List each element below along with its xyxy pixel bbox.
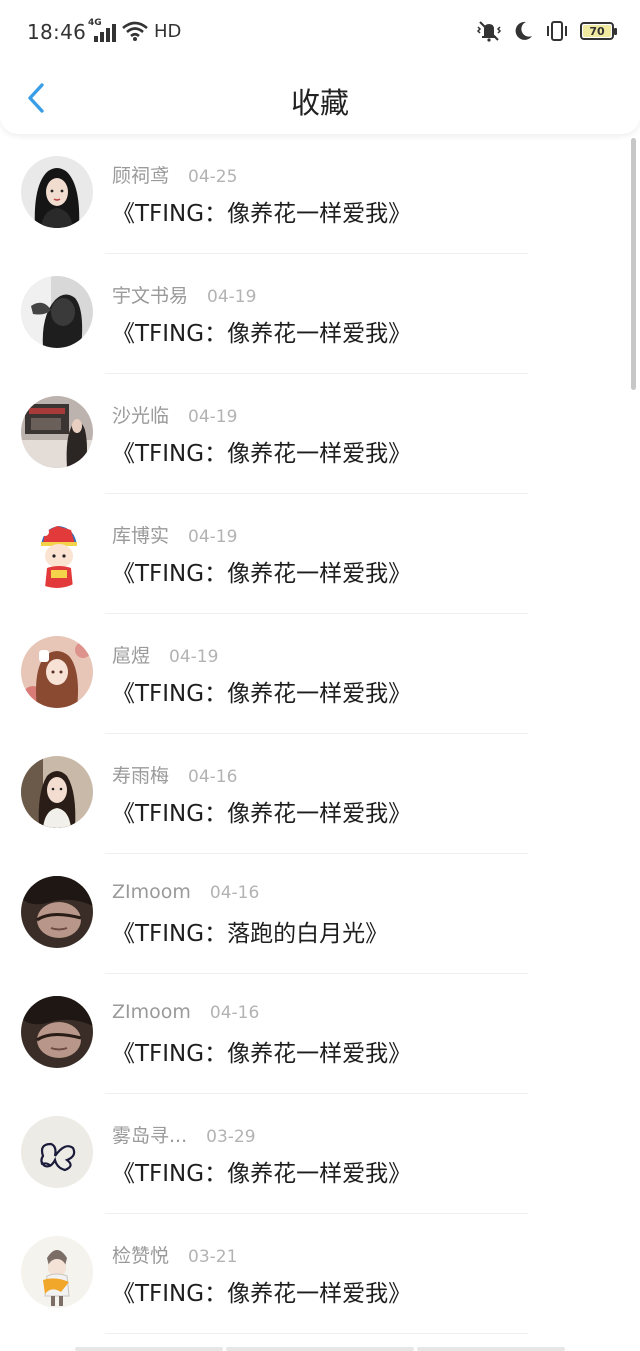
status-time: 18:46	[27, 20, 87, 44]
scrollbar[interactable]	[631, 138, 636, 390]
list-item[interactable]: 沙光临 04-19 《TFING：像养花一样爱我》	[0, 374, 640, 494]
avatar[interactable]	[21, 996, 93, 1068]
item-meta: 检赞悦 03-21	[112, 1241, 237, 1268]
favorites-list: 顾祠鸢 04-25 《TFING：像养花一样爱我》 宇文书易 04-19 《TF…	[0, 134, 640, 1334]
item-title[interactable]: 《TFING：像养花一样爱我》	[112, 1034, 411, 1068]
item-username[interactable]: 宇文书易	[112, 281, 188, 308]
vibrate-icon	[547, 21, 567, 41]
item-title[interactable]: 《TFING：落跑的白月光》	[112, 914, 388, 948]
moon-icon	[515, 21, 532, 40]
item-meta: 宇文书易 04-19	[112, 281, 256, 308]
item-username[interactable]: 检赞悦	[112, 1241, 169, 1268]
list-item[interactable]: ZImoom 04-16 《TFING：像养花一样爱我》	[0, 974, 640, 1094]
item-title[interactable]: 《TFING：像养花一样爱我》	[112, 1274, 411, 1308]
list-item[interactable]: 雾岛寻... 03-29 《TFING：像养花一样爱我》	[0, 1094, 640, 1214]
divider	[105, 1333, 528, 1334]
item-date: 03-29	[206, 1127, 256, 1147]
item-title[interactable]: 《TFING：像养花一样爱我》	[112, 1154, 411, 1188]
signal-icon: 4G	[88, 18, 116, 42]
item-date: 04-16	[188, 767, 238, 787]
item-username[interactable]: ZImoom	[112, 881, 191, 903]
hd-label: HD	[154, 20, 182, 42]
item-meta: 沙光临 04-19	[112, 401, 237, 428]
status-left-icons: 4G HD	[88, 18, 182, 42]
item-date: 04-16	[209, 883, 260, 903]
list-item[interactable]: 检赞悦 03-21 《TFING：像养花一样爱我》	[0, 1214, 640, 1334]
mute-vibrate-icon	[476, 21, 502, 42]
list-item[interactable]: 库博实 04-19 《TFING：像养花一样爱我》	[0, 494, 640, 614]
avatar[interactable]	[21, 516, 93, 588]
item-username[interactable]: 顾祠鸢	[112, 161, 169, 188]
item-date: 04-16	[209, 1003, 260, 1023]
item-date: 04-19	[188, 527, 238, 547]
item-title[interactable]: 《TFING：像养花一样爱我》	[112, 434, 411, 468]
item-date: 04-19	[169, 647, 219, 667]
bottom-strip	[0, 1347, 640, 1351]
list-item[interactable]: 宇文书易 04-19 《TFING：像养花一样爱我》	[0, 254, 640, 374]
item-meta: 寿雨梅 04-16	[112, 761, 237, 788]
status-right-icons: 70	[476, 20, 617, 42]
item-meta: 库博实 04-19	[112, 521, 237, 548]
item-title[interactable]: 《TFING：像养花一样爱我》	[112, 554, 411, 588]
item-meta: 顾祠鸢 04-25	[112, 161, 237, 188]
item-meta: ZImoom 04-16	[112, 1001, 259, 1023]
wifi-icon	[122, 21, 148, 41]
item-username[interactable]: 寿雨梅	[112, 761, 169, 788]
item-date: 04-25	[188, 167, 238, 187]
avatar[interactable]	[21, 1116, 93, 1188]
item-username[interactable]: 库博实	[112, 521, 169, 548]
avatar[interactable]	[21, 876, 93, 948]
item-meta: 扈煜 04-19	[112, 641, 218, 668]
avatar[interactable]	[21, 756, 93, 828]
item-meta: 雾岛寻... 03-29	[112, 1121, 256, 1148]
item-username[interactable]: ZImoom	[112, 1001, 191, 1023]
avatar[interactable]	[21, 396, 93, 468]
avatar[interactable]	[21, 156, 93, 228]
item-title[interactable]: 《TFING：像养花一样爱我》	[112, 314, 411, 348]
list-item[interactable]: 寿雨梅 04-16 《TFING：像养花一样爱我》	[0, 734, 640, 854]
item-title[interactable]: 《TFING：像养花一样爱我》	[112, 194, 411, 228]
battery-level: 70	[589, 24, 605, 38]
avatar[interactable]	[21, 1236, 93, 1308]
page-title: 收藏	[290, 86, 349, 120]
list-item[interactable]: ZImoom 04-16 《TFING：落跑的白月光》	[0, 854, 640, 974]
status-bar: 18:46 4G HD 70	[0, 0, 640, 62]
item-username[interactable]: 扈煜	[112, 641, 150, 668]
item-username[interactable]: 沙光临	[112, 401, 169, 428]
avatar[interactable]	[21, 276, 93, 348]
avatar[interactable]	[21, 636, 93, 708]
item-date: 04-19	[207, 287, 257, 307]
item-meta: ZImoom 04-16	[112, 881, 259, 903]
item-username[interactable]: 雾岛寻...	[112, 1121, 187, 1148]
battery-icon: 70	[580, 22, 617, 40]
list-item[interactable]: 顾祠鸢 04-25 《TFING：像养花一样爱我》	[0, 134, 640, 254]
item-title[interactable]: 《TFING：像养花一样爱我》	[112, 674, 411, 708]
item-date: 04-19	[188, 407, 238, 427]
item-title[interactable]: 《TFING：像养花一样爱我》	[112, 794, 411, 828]
item-date: 03-21	[188, 1247, 238, 1267]
nav-bar: 收藏	[0, 62, 640, 134]
list-item[interactable]: 扈煜 04-19 《TFING：像养花一样爱我》	[0, 614, 640, 734]
